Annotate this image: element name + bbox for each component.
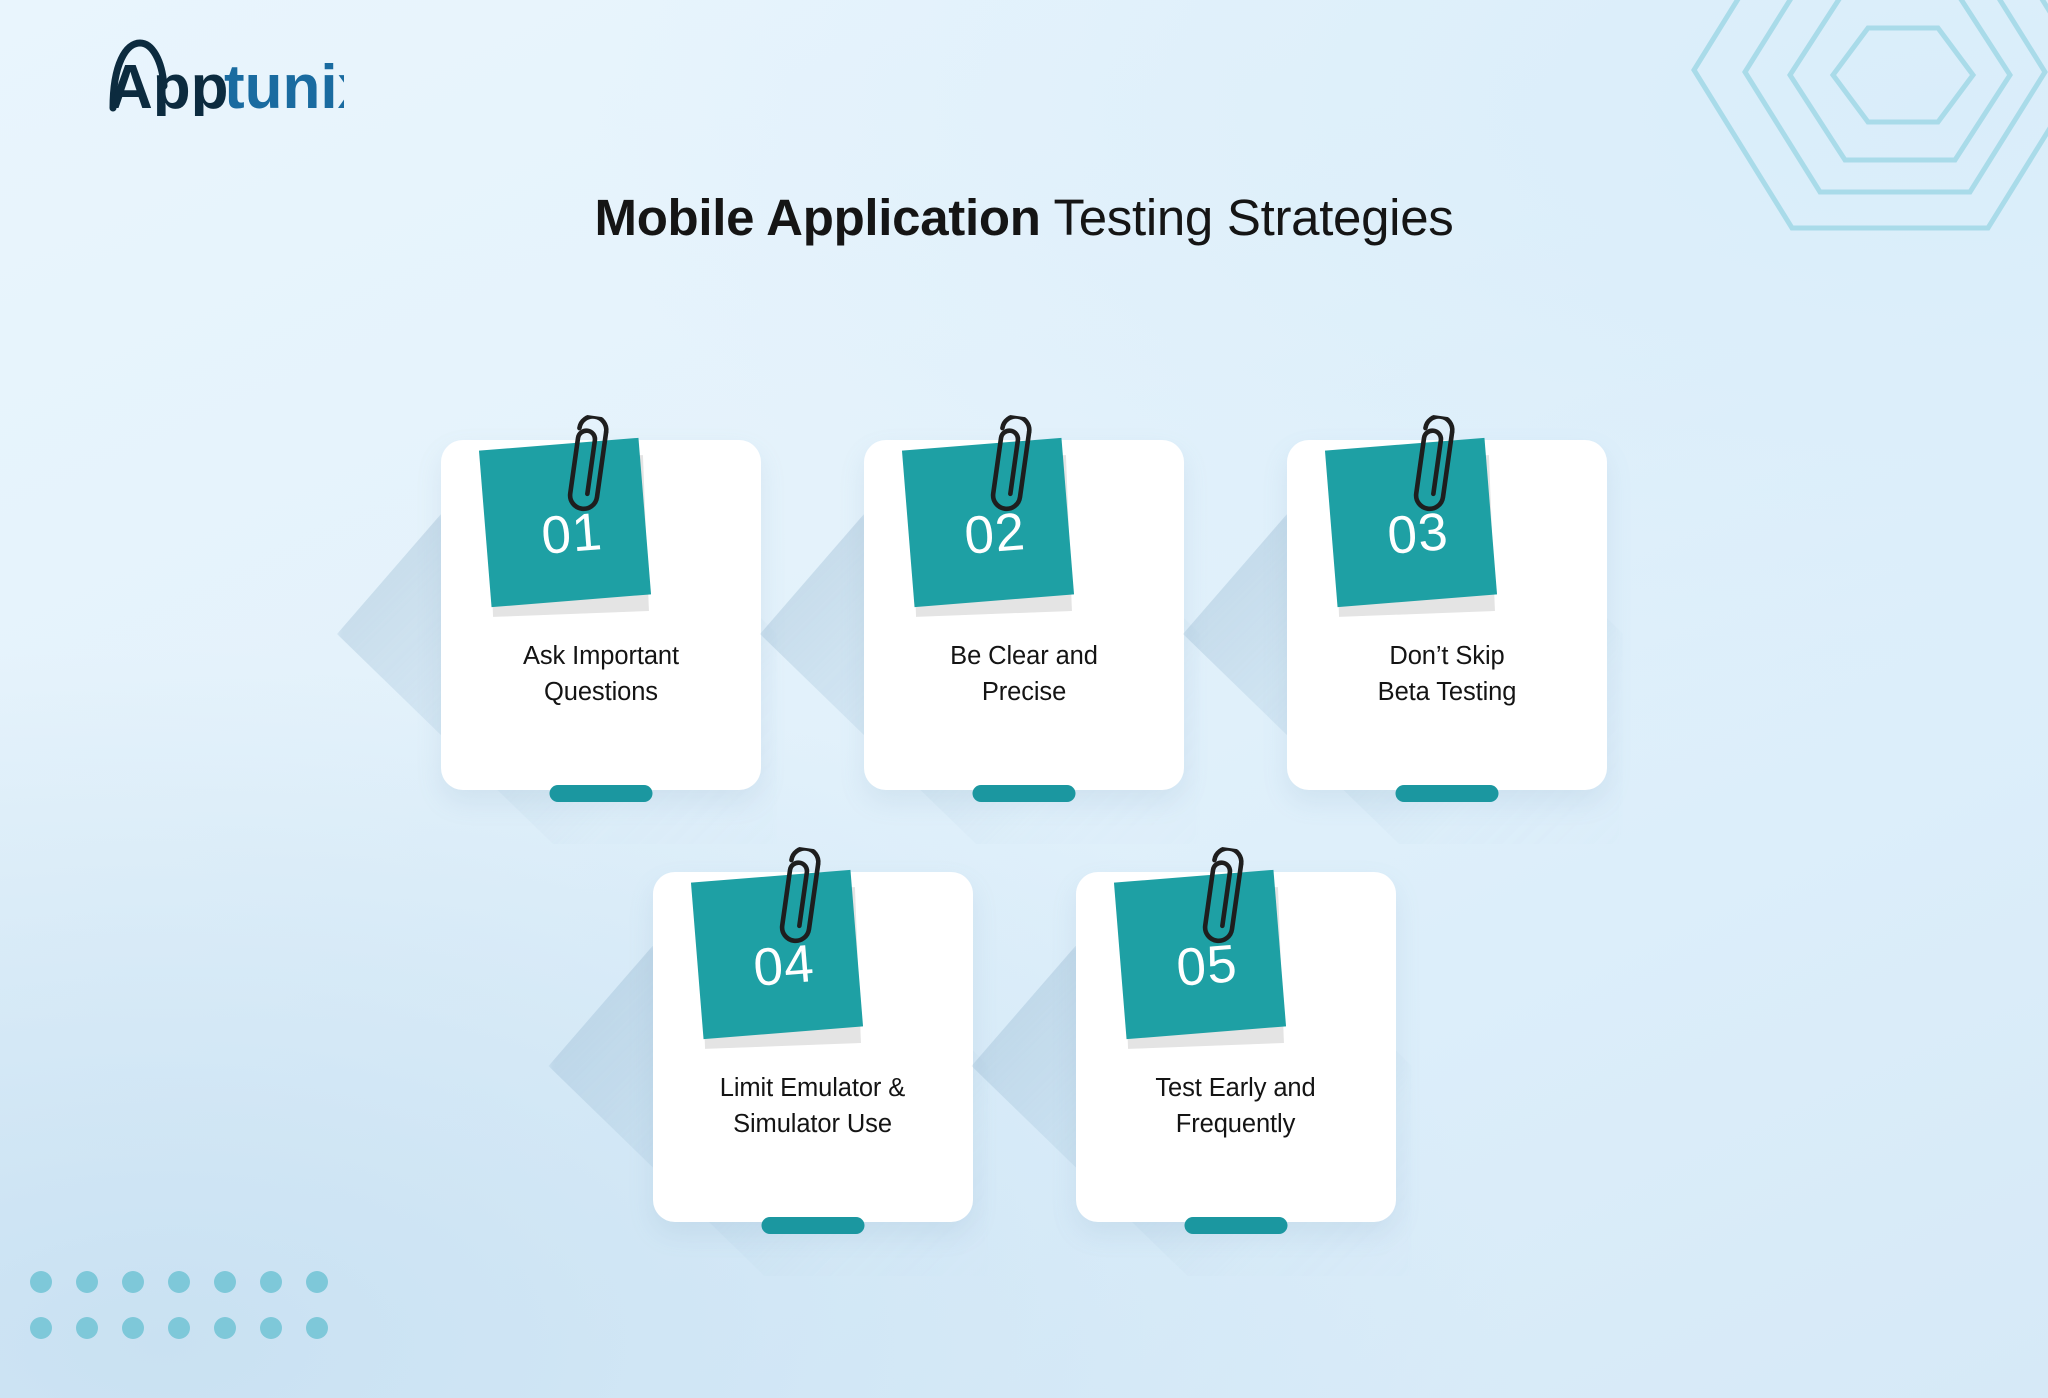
card-caption: Ask Important Questions: [455, 638, 747, 710]
card-caption-line2: Simulator Use: [733, 1110, 892, 1139]
infographic-canvas: App tunix Mobile Application Testing Str…: [0, 0, 2048, 1398]
sticky-note-zone: 01: [441, 414, 761, 640]
apptunix-logo: App tunix: [64, 38, 344, 116]
card-caption-line2: Frequently: [1175, 1110, 1296, 1139]
sticky-note-zone: 03: [1287, 414, 1607, 640]
card-row-top: 01 Ask Important Questions 02 Be Clear a…: [0, 414, 2048, 844]
decor-dot: [214, 1271, 236, 1293]
sticky-note-zone: 02: [864, 414, 1184, 640]
decor-dot: [168, 1271, 190, 1293]
card-caption: Be Clear and Precise: [878, 638, 1170, 710]
card-surface[interactable]: 05 Test Early and Frequently: [1075, 846, 1396, 1234]
decor-dot: [76, 1317, 98, 1339]
card-caption-line1: Be Clear and: [950, 642, 1098, 670]
card-caption-line1: Limit Emulator &: [719, 1074, 906, 1102]
card-accent-pill: [549, 785, 653, 802]
strategy-card-01[interactable]: 01 Ask Important Questions: [337, 414, 777, 844]
card-caption: Don’t Skip Beta Testing: [1301, 638, 1593, 710]
sticky-note-zone: 05: [1076, 846, 1396, 1072]
decor-dot: [30, 1271, 52, 1293]
card-surface[interactable]: 01 Ask Important Questions: [441, 414, 761, 802]
logo-text-tunix: tunix: [224, 53, 344, 116]
card-surface[interactable]: 04 Limit Emulator & Simulator Use: [652, 846, 973, 1234]
page-title: Mobile Application Testing Strategies: [0, 188, 2048, 247]
card-caption-line1: Ask Important: [522, 642, 679, 670]
sticky-note-zone: 04: [653, 846, 973, 1072]
decor-dot: [76, 1271, 98, 1293]
strategy-card-03[interactable]: 03 Don’t Skip Beta Testing: [1183, 414, 1623, 844]
logo-text-app: App: [108, 53, 229, 116]
card-surface[interactable]: 02 Be Clear and Precise: [864, 414, 1184, 802]
strategy-card-04[interactable]: 04 Limit Emulator & Simulator Use: [548, 846, 989, 1276]
dot-grid-decoration: [30, 1259, 352, 1351]
decor-dot: [260, 1271, 282, 1293]
strategy-card-05[interactable]: 05 Test Early and Frequently: [971, 846, 1412, 1276]
decor-dot: [214, 1317, 236, 1339]
card-caption: Limit Emulator & Simulator Use: [667, 1070, 959, 1142]
card-accent-pill: [761, 1217, 864, 1234]
card-row-bottom: 04 Limit Emulator & Simulator Use 05 Tes…: [0, 846, 2048, 1276]
decor-dot: [122, 1317, 144, 1339]
card-accent-pill: [1395, 785, 1499, 802]
decor-dot: [306, 1317, 328, 1339]
decor-dot: [306, 1271, 328, 1293]
card-caption-line1: Test Early and: [1155, 1074, 1316, 1102]
hexagon-decoration-icon: [1670, 0, 2048, 302]
card-caption: Test Early and Frequently: [1090, 1070, 1382, 1142]
card-accent-pill: [972, 785, 1076, 802]
card-caption-line1: Don’t Skip: [1389, 642, 1505, 670]
card-accent-pill: [1184, 1217, 1287, 1234]
decor-dot: [260, 1317, 282, 1339]
decor-dot: [122, 1271, 144, 1293]
decor-dot: [168, 1317, 190, 1339]
decor-dot: [30, 1317, 52, 1339]
page-title-strong: Mobile Application: [594, 189, 1041, 246]
card-caption-line2: Questions: [544, 678, 658, 707]
card-surface[interactable]: 03 Don’t Skip Beta Testing: [1287, 414, 1607, 802]
strategy-card-02[interactable]: 02 Be Clear and Precise: [760, 414, 1200, 844]
page-title-light: Testing Strategies: [1040, 189, 1454, 246]
card-caption-line2: Precise: [981, 678, 1067, 707]
card-caption-line2: Beta Testing: [1377, 678, 1517, 707]
